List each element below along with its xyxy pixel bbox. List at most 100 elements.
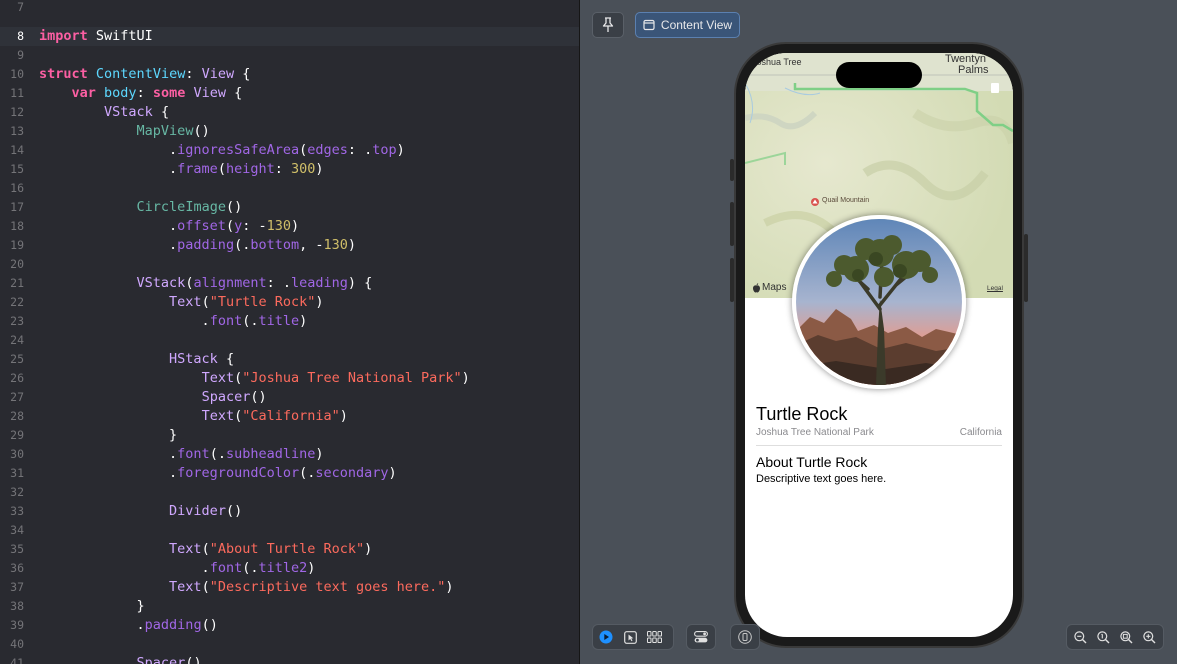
code-line[interactable]: 30 .font(.subheadline) (0, 445, 579, 464)
code-line[interactable]: 19 .padding(.bottom, -130) (0, 236, 579, 255)
code-text: .padding() (39, 616, 218, 635)
zoom-out-button[interactable] (1071, 628, 1089, 646)
code-line[interactable]: 10 struct ContentView: View { (0, 65, 579, 84)
about-heading: About Turtle Rock (756, 454, 868, 470)
compass-icon (991, 83, 999, 93)
code-line[interactable]: 35 Text("About Turtle Rock") (0, 540, 579, 559)
code-token: 300 (291, 161, 316, 177)
code-line[interactable]: 24 (0, 331, 579, 350)
code-line[interactable]: 27 Spacer() (0, 388, 579, 407)
code-text: var body: some View { (39, 84, 243, 103)
code-line[interactable]: 32 (0, 483, 579, 502)
map-legal-link[interactable]: Legal (987, 285, 1003, 292)
orientation-button[interactable] (736, 628, 754, 646)
line-number: 34 (10, 523, 24, 537)
code-line[interactable]: 33 Divider() (0, 502, 579, 521)
code-token: } (39, 598, 145, 614)
line-number: 19 (10, 238, 24, 252)
code-line[interactable]: 26 Text("Joshua Tree National Park") (0, 369, 579, 388)
code-line[interactable]: 15 .frame(height: 300) (0, 160, 579, 179)
code-token: ) (315, 294, 324, 310)
line-number: 24 (10, 333, 24, 347)
code-line[interactable]: 17 CircleImage() (0, 198, 579, 217)
code-line[interactable]: 37 Text("Descriptive text goes here.") (0, 578, 579, 597)
code-token: ContentView (95, 66, 186, 82)
code-text: MapView() (39, 122, 210, 141)
code-line[interactable]: 31 .foregroundColor(.secondary) (0, 464, 579, 483)
line-number: 35 (10, 542, 24, 556)
code-token: ( (201, 541, 210, 557)
code-token: frame (177, 161, 218, 177)
code-line[interactable]: 13 MapView() (0, 122, 579, 141)
code-token: () (193, 123, 210, 139)
selectable-mode-button[interactable] (621, 628, 639, 646)
code-line[interactable]: 25 HStack { (0, 350, 579, 369)
code-token: (. (242, 560, 259, 576)
line-number: 22 (10, 295, 24, 309)
variants-button[interactable] (645, 628, 663, 646)
content-view-chip[interactable]: Content View (635, 12, 740, 38)
code-token: . (39, 313, 210, 329)
code-token: . (39, 161, 178, 177)
code-line[interactable]: 29 } (0, 426, 579, 445)
zoom-to-fit-button[interactable] (1117, 628, 1135, 646)
code-token: (. (209, 446, 226, 462)
line-number: 13 (10, 124, 24, 138)
code-token: ) (315, 161, 324, 177)
code-line[interactable]: 16 (0, 179, 579, 198)
line-number: 38 (10, 599, 24, 613)
code-line[interactable]: 39 .padding() (0, 616, 579, 635)
code-text: .padding(.bottom, -130) (39, 236, 356, 255)
line-number: 11 (10, 86, 24, 100)
dynamic-island (836, 62, 922, 88)
code-line[interactable]: 9 (0, 46, 579, 65)
code-line[interactable]: 40 (0, 635, 579, 654)
zoom-actual-size-button[interactable] (1094, 628, 1112, 646)
code-line[interactable]: 21 VStack(alignment: .leading) { (0, 274, 579, 293)
code-editor[interactable]: 7 8 import SwiftUI 9 10 struct ContentView: V… (0, 0, 579, 664)
line-number: 31 (10, 466, 24, 480)
preview-canvas: Content View Joshua Tree Twentyn Palms Q… (580, 0, 1177, 664)
device-settings-button[interactable] (692, 628, 710, 646)
code-line[interactable]: 34 (0, 521, 579, 540)
code-token: "California" (242, 408, 340, 424)
code-token: ) (315, 446, 324, 462)
line-number: 25 (10, 352, 24, 366)
code-token: secondary (315, 465, 389, 481)
code-line[interactable]: 11 var body: some View { (0, 84, 579, 103)
code-token: 130 (266, 218, 292, 234)
code-line[interactable]: 14 .ignoresSafeArea(edges: .top) (0, 141, 579, 160)
pin-icon (602, 17, 614, 32)
park-name: Joshua Tree National Park (756, 427, 874, 438)
detail-section: Turtle Rock Joshua Tree National Park Ca… (756, 403, 1002, 486)
code-line[interactable]: 28 Text("California") (0, 407, 579, 426)
code-text: HStack { (39, 350, 234, 369)
live-preview-button[interactable] (597, 628, 615, 646)
code-line[interactable]: 8 import SwiftUI (0, 27, 579, 46)
code-line[interactable]: 38 } (0, 597, 579, 616)
code-text: Divider() (39, 502, 242, 521)
zoom-in-button[interactable] (1140, 628, 1158, 646)
code-token: ) (291, 218, 300, 234)
code-line[interactable]: 41 Spacer() (0, 654, 579, 664)
code-token: : (185, 66, 202, 82)
line-number: 36 (10, 561, 24, 575)
line-number: 32 (10, 485, 24, 499)
power-button (1024, 234, 1028, 302)
line-number: 8 (17, 29, 24, 43)
code-text: Text("Descriptive text goes here.") (39, 578, 454, 597)
code-line[interactable]: 36 .font(.title2) (0, 559, 579, 578)
pin-preview-button[interactable] (592, 12, 624, 38)
code-line[interactable]: 12 VStack { (0, 103, 579, 122)
code-line[interactable]: 18 .offset(y: -130) (0, 217, 579, 236)
iphone-frame: Joshua Tree Twentyn Palms Quail Mountain… (730, 42, 1028, 648)
code-token: "Joshua Tree National Park" (242, 370, 462, 386)
code-line[interactable]: 7 (0, 0, 579, 17)
code-line[interactable]: 20 (0, 255, 579, 274)
code-line[interactable]: 23 .font(.title) (0, 312, 579, 331)
code-line[interactable]: 22 Text("Turtle Rock") (0, 293, 579, 312)
